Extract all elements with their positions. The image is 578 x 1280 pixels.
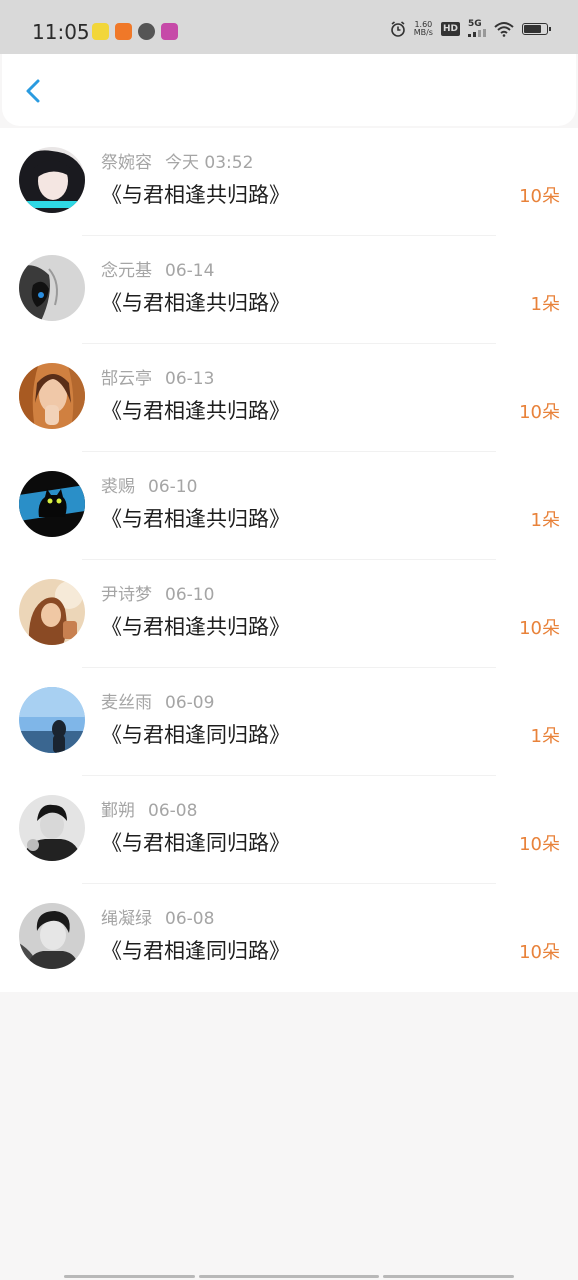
network-speed: 1.60 MB/s [413, 20, 433, 37]
sender-name: 念元基 [101, 261, 152, 281]
notification-icons [92, 23, 178, 40]
avatar[interactable] [19, 363, 85, 429]
book-title: 《与君相逢同归路》 [101, 939, 290, 963]
avatar[interactable] [19, 471, 85, 537]
send-date: 06-14 [165, 261, 215, 281]
sender-meta: 尹诗梦 06-10 [101, 584, 214, 606]
book-title: 《与君相逢共归路》 [101, 291, 290, 315]
flower-amount: 1朵 [530, 510, 560, 531]
notification-app-icon [161, 23, 178, 40]
list-item[interactable]: 绳凝绿 06-08 《与君相逢同归路》 10朵 [0, 884, 578, 992]
notification-app-icon [115, 23, 132, 40]
avatar[interactable] [19, 687, 85, 753]
book-title: 《与君相逢同归路》 [101, 723, 290, 747]
book-title: 《与君相逢共归路》 [101, 183, 290, 207]
sender-name: 裘赐 [101, 477, 135, 497]
avatar[interactable] [19, 903, 85, 969]
sender-name: 祭婉容 [101, 153, 152, 173]
system-icons: 1.60 MB/s HD 5G [390, 20, 551, 37]
back-button[interactable] [20, 76, 50, 106]
book-title: 《与君相逢同归路》 [101, 831, 290, 855]
network-speed-unit: MB/s [413, 27, 433, 37]
gesture-bar [199, 1275, 379, 1278]
sender-meta: 鄞朔 06-08 [101, 800, 197, 822]
sender-name: 鄞朔 [101, 801, 135, 821]
hd-badge: HD [440, 21, 460, 36]
chevron-left-icon [26, 79, 40, 103]
avatar[interactable] [19, 147, 85, 213]
sender-name: 郜云亭 [101, 369, 152, 389]
book-title: 《与君相逢共归路》 [101, 615, 290, 639]
flower-amount: 10朵 [519, 618, 560, 639]
send-date: 06-08 [165, 909, 215, 929]
send-date: 06-09 [165, 693, 215, 713]
list-item[interactable]: 尹诗梦 06-10 《与君相逢共归路》 10朵 [0, 560, 578, 668]
cell-signal-icon: 5G [468, 20, 486, 37]
alarm-icon [390, 20, 405, 37]
flower-amount: 10朵 [519, 186, 560, 207]
list-item[interactable]: 念元基 06-14 《与君相逢共归路》 1朵 [0, 236, 578, 344]
gesture-bar [64, 1275, 195, 1278]
list-item[interactable]: 麦丝雨 06-09 《与君相逢同归路》 1朵 [0, 668, 578, 776]
book-title: 《与君相逢共归路》 [101, 399, 290, 423]
sender-meta: 祭婉容 今天 03:52 [101, 152, 253, 174]
flower-amount: 10朵 [519, 834, 560, 855]
status-bar: 11:05 1.60 MB/s HD 5G [0, 0, 578, 54]
send-date: 06-13 [165, 369, 215, 389]
send-date: 06-08 [148, 801, 198, 821]
gift-record-list: 祭婉容 今天 03:52 《与君相逢共归路》 10朵 念元基 06-14 《与君相逢… [0, 128, 578, 992]
send-date: 06-10 [165, 585, 215, 605]
header-bar [2, 54, 576, 126]
list-item[interactable]: 裘赐 06-10 《与君相逢共归路》 1朵 [0, 452, 578, 560]
send-date: 06-10 [148, 477, 198, 497]
sender-meta: 裘赐 06-10 [101, 476, 197, 498]
list-item[interactable]: 祭婉容 今天 03:52 《与君相逢共归路》 10朵 [0, 128, 578, 236]
avatar[interactable] [19, 255, 85, 321]
network-type-label: 5G [468, 19, 482, 29]
avatar[interactable] [19, 579, 85, 645]
sender-meta: 绳凝绿 06-08 [101, 908, 214, 930]
sender-meta: 麦丝雨 06-09 [101, 692, 214, 714]
sender-name: 绳凝绿 [101, 909, 152, 929]
flower-amount: 10朵 [519, 942, 560, 963]
flower-amount: 1朵 [530, 294, 560, 315]
signal-bars-icon [468, 29, 486, 37]
flower-amount: 1朵 [530, 726, 560, 747]
notification-app-icon [92, 23, 109, 40]
list-item[interactable]: 鄞朔 06-08 《与君相逢同归路》 10朵 [0, 776, 578, 884]
sender-meta: 念元基 06-14 [101, 260, 214, 282]
notification-app-icon [138, 23, 155, 40]
sender-name: 尹诗梦 [101, 585, 152, 605]
sender-name: 麦丝雨 [101, 693, 152, 713]
wifi-icon [494, 21, 514, 37]
book-title: 《与君相逢共归路》 [101, 507, 290, 531]
battery-icon [522, 22, 551, 35]
avatar[interactable] [19, 795, 85, 861]
status-time: 11:05 [32, 20, 90, 44]
flower-amount: 10朵 [519, 402, 560, 423]
sender-meta: 郜云亭 06-13 [101, 368, 214, 390]
send-date: 今天 03:52 [165, 153, 254, 173]
gesture-bar [383, 1275, 514, 1278]
list-item[interactable]: 郜云亭 06-13 《与君相逢共归路》 10朵 [0, 344, 578, 452]
